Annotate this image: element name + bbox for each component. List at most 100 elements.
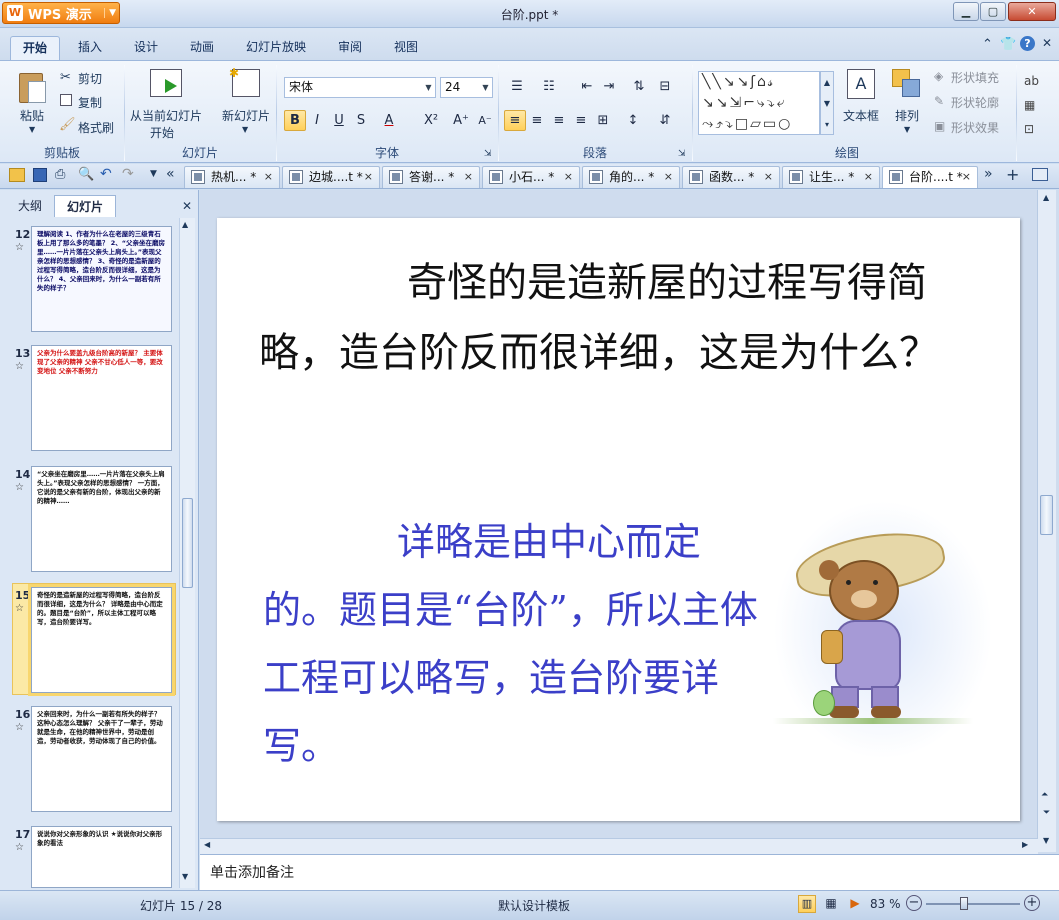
tab-list-icon[interactable] [1032, 168, 1048, 181]
tab-insert[interactable]: 插入 [66, 36, 114, 60]
slide-answer-text[interactable]: 详略是由中心而定的。题目是“台阶”，所以主体工程可以略写，造台阶要详写。 [263, 508, 758, 780]
shape-effects-button[interactable]: 形状效果 [951, 119, 999, 136]
numbering-icon[interactable]: ☷ [538, 76, 560, 97]
distribute-button[interactable]: ⊞ [592, 110, 614, 131]
align-text-icon[interactable]: ⊟ [654, 76, 676, 97]
tab-slides[interactable]: 幻灯片 [54, 195, 116, 217]
doc-tab-active[interactable]: 台阶....t * × [882, 166, 978, 188]
skin-icon[interactable]: 👕 [1000, 37, 1016, 52]
play-from-current-icon[interactable] [150, 69, 182, 97]
slide-horizontal-scrollbar[interactable]: ◀ ▶ [200, 838, 1038, 854]
zoom-out-button[interactable]: − [906, 895, 922, 911]
font-color-button[interactable]: A [378, 110, 400, 131]
open-icon[interactable] [9, 168, 25, 182]
doc-tab[interactable]: 边城....t * × [282, 166, 380, 188]
tab-scroll-right-icon[interactable]: » [984, 166, 993, 182]
minimize-button[interactable]: ▁ [953, 2, 979, 21]
help-icon[interactable]: ? [1020, 36, 1035, 51]
font-size-select[interactable]: 24 ▼ [440, 77, 493, 98]
slide-sorter-view-button[interactable]: ▦ [822, 895, 840, 913]
align-right-button[interactable]: ≡ [548, 110, 570, 131]
font-dialog-launcher-icon[interactable]: ⇲ [484, 149, 492, 159]
print-preview-icon[interactable]: 🔍 [78, 167, 94, 182]
shrink-font-button[interactable]: A⁻ [474, 110, 496, 131]
next-slide-icon[interactable]: ⏷ [1043, 808, 1050, 818]
justify-button[interactable]: ≡ [570, 110, 592, 131]
zoom-slider[interactable] [926, 903, 1020, 905]
paragraph-spacing-icon[interactable]: ⇵ [654, 110, 676, 131]
arrange-icon[interactable] [892, 69, 922, 99]
scroll-left-icon[interactable]: ◀ [204, 840, 210, 849]
doc-tab[interactable]: 小石... * × [482, 166, 580, 188]
slide-thumbnail[interactable]: 理解阅读 1、作者为什么在老屋的三级青石板上用了那么多的笔墨？ 2、“父亲坐在磨… [31, 226, 172, 332]
scroll-thumb[interactable] [1040, 495, 1053, 535]
paste-button[interactable]: 粘贴 [20, 107, 44, 124]
close-panel-icon[interactable]: ✕ [182, 199, 192, 213]
thumbnail-scrollbar[interactable]: ▲ ▼ [179, 218, 195, 888]
chevron-down-icon[interactable]: ▼ [29, 125, 35, 134]
maximize-button[interactable]: ▢ [980, 2, 1006, 21]
close-tab-icon[interactable]: × [864, 167, 873, 187]
copy-button[interactable]: 复制 [78, 94, 102, 111]
decrease-indent-icon[interactable]: ⇤ [576, 76, 598, 97]
slide-thumbnail[interactable]: 说说你对父亲形象的认识 ★说说你对父亲形象的看法 [31, 826, 172, 888]
normal-view-button[interactable]: ▥ [798, 895, 816, 913]
ribbon-overflow-icons[interactable]: ab ▦ ⊡ [1024, 69, 1058, 149]
cut-button[interactable]: 剪切 [78, 70, 102, 87]
close-tab-icon[interactable]: × [364, 167, 373, 187]
close-tab-icon[interactable]: × [962, 167, 971, 187]
chevron-down-icon[interactable]: ▼ [904, 125, 910, 134]
doc-tab[interactable]: 角的... * × [582, 166, 680, 188]
text-direction-icon[interactable]: ⇅ [628, 76, 650, 97]
slide-thumbnail[interactable]: 父亲回来时，为什么一副若有所失的样子？这种心态怎么理解？ 父亲干了一辈子，劳动就… [31, 706, 172, 812]
previous-slide-icon[interactable]: ⏶ [1041, 790, 1048, 800]
tab-scroll-left-icon[interactable]: « [166, 166, 175, 182]
quick-access-dropdown-icon[interactable]: ▼ [150, 169, 157, 179]
slideshow-view-button[interactable]: ▶ [846, 895, 864, 913]
paste-icon[interactable] [16, 69, 48, 105]
tab-outline[interactable]: 大纲 [6, 195, 54, 217]
print-icon[interactable]: ⎙ [55, 167, 65, 182]
slide-question-text[interactable]: 奇怪的是造新屋的过程写得简略，造台阶反而很详细，这是为什么？ [259, 248, 959, 388]
arrange-button[interactable]: 排列 [895, 107, 919, 124]
tab-design[interactable]: 设计 [122, 36, 170, 60]
shape-outline-button[interactable]: 形状轮廓 [951, 94, 999, 111]
tab-home[interactable]: 开始 [10, 36, 61, 60]
align-left-button[interactable]: ≡ [504, 110, 526, 131]
shape-fill-button[interactable]: 形状填充 [951, 69, 999, 86]
textbox-button[interactable]: 文本框 [843, 107, 879, 124]
close-tab-icon[interactable]: × [664, 167, 673, 187]
underline-button[interactable]: U [328, 110, 350, 131]
shadow-button[interactable]: S [350, 110, 372, 131]
scroll-thumb[interactable] [182, 498, 193, 588]
doc-tab[interactable]: 函数... * × [682, 166, 780, 188]
new-slide-icon[interactable]: ✱ [229, 66, 260, 97]
bold-button[interactable]: B [284, 110, 306, 131]
from-current-slide-button[interactable]: 从当前幻灯片 [130, 107, 202, 124]
slide-thumbnail[interactable]: 父亲为什么要盖九级台阶高的新屋？ 主要体现了父亲的精神 父亲不甘心低人一等，要改… [31, 345, 172, 451]
close-tab-icon[interactable]: × [764, 167, 773, 187]
scroll-up-icon[interactable]: ▲ [182, 220, 188, 229]
font-name-select[interactable]: 宋体 ▼ [284, 77, 436, 98]
bullets-icon[interactable]: ☰ [506, 76, 528, 97]
tab-view[interactable]: 视图 [382, 36, 430, 60]
grow-font-button[interactable]: A⁺ [450, 110, 472, 131]
new-tab-icon[interactable]: + [1006, 165, 1019, 184]
doc-tab[interactable]: 答谢... * × [382, 166, 480, 188]
collapse-ribbon-icon[interactable]: ⌃ [982, 37, 993, 52]
redo-icon[interactable]: ↷ [122, 166, 134, 182]
from-current-slide-start[interactable]: 开始 [150, 124, 174, 141]
new-slide-button[interactable]: 新幻灯片 [222, 107, 270, 124]
ribbon-close-icon[interactable]: ✕ [1042, 36, 1052, 50]
chevron-down-icon[interactable]: ▼ [242, 125, 248, 134]
tab-animation[interactable]: 动画 [178, 36, 226, 60]
shapes-gallery[interactable]: ╲╲↘↘ʃ⌂𝓈 ↘↘⇲⌐⤷⤵⤶ ⤳⤴⤵□▱▭○ [698, 71, 820, 135]
close-tab-icon[interactable]: × [564, 167, 573, 187]
increase-indent-icon[interactable]: ⇥ [598, 76, 620, 97]
zoom-in-button[interactable]: + [1024, 895, 1040, 911]
scroll-down-icon[interactable]: ▼ [182, 872, 188, 881]
slide-vertical-scrollbar[interactable]: ▲ ⏶ ⏷ ▼ [1037, 190, 1056, 852]
italic-button[interactable]: I [306, 110, 328, 131]
format-painter-button[interactable]: 格式刷 [78, 119, 114, 136]
undo-icon[interactable]: ↶ [100, 166, 112, 182]
